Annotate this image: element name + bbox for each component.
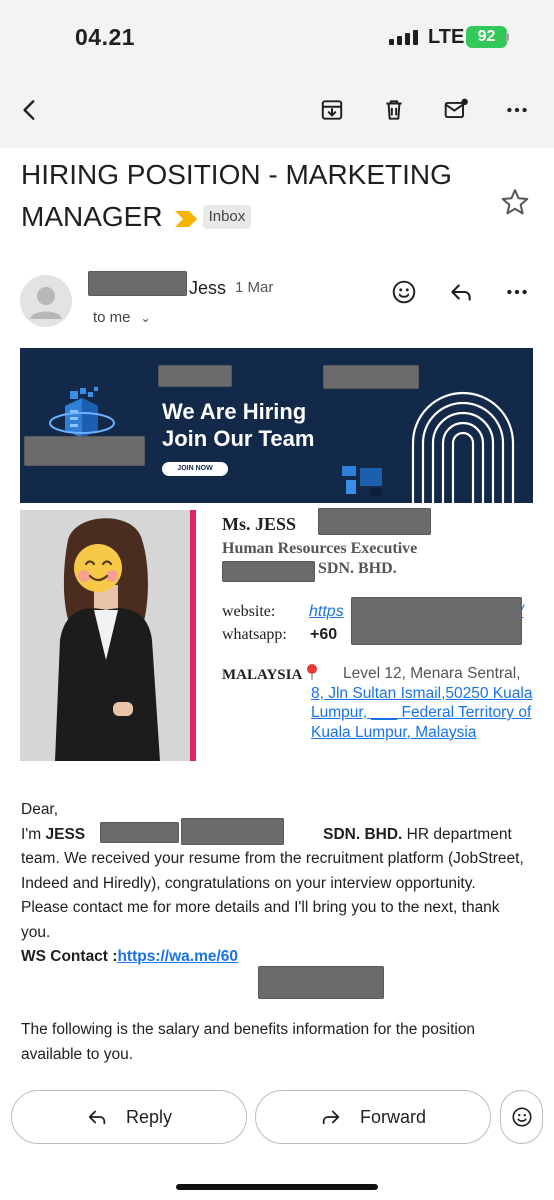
sender-name[interactable]: Jess [189,278,226,299]
reply-icon [451,284,471,301]
country-text: MALAYSIA [222,667,302,683]
add-reaction-button[interactable] [389,277,419,307]
status-time: 04.21 [75,24,136,50]
reply-icon [88,1110,106,1125]
reply-icon-button[interactable] [446,277,476,307]
recipient-label: to me [93,309,131,326]
reply-label: Reply [125,1106,173,1127]
redacted-company-name [222,561,315,582]
trash-icon [386,100,402,120]
signature-accent-bar [190,510,196,761]
more-options-button[interactable] [499,92,535,128]
mail-unread-icon [444,98,468,119]
email-date: 1 Mar [235,279,274,296]
back-button[interactable] [12,92,48,128]
forward-label: Forward [359,1106,426,1127]
signature-company-suffix: SDN. BHD. [318,560,397,577]
mark-unread-button[interactable] [438,92,474,128]
redacted-sender-name [88,271,187,296]
redacted-banner-logo-2 [323,365,419,389]
chevron-down-icon: ⌄ [140,311,151,325]
signature-address: Level 12, Menara Sentral, 8, Jln Sultan … [311,664,533,742]
website-link[interactable]: https [309,603,344,621]
label-chip-inbox[interactable]: Inbox [202,204,252,229]
salary-note: The following is the salary and benefits… [21,1021,476,1063]
redacted-body-name-1 [100,822,179,843]
smiley-icon [511,1107,532,1127]
archive-icon [321,100,343,120]
battery-icon: 92 [466,26,507,48]
archive-button[interactable] [314,92,350,128]
person-photo-illustration [20,510,196,761]
redacted-body-company [181,818,284,845]
arrow-left-icon [23,100,35,120]
important-marker-icon[interactable] [174,210,197,227]
address-plain: Level 12, Menara Sentral, [343,665,521,682]
contact-request: Please contact me for more details and I… [21,899,500,941]
signal-icon [389,29,419,45]
signature-country: MALAYSIA [222,663,319,684]
address-map-link[interactable]: 8, Jln Sultan Ismail,50250 Kuala Lumpur,… [311,685,532,741]
redacted-banner-logo-1 [158,365,232,387]
profile-photo [20,510,196,761]
forward-icon [322,1110,340,1125]
reply-button[interactable]: Reply [11,1090,247,1144]
forward-button[interactable]: Forward [255,1090,491,1144]
redacted-ws-number [258,966,384,999]
signature-name: Ms. JESS [222,514,297,534]
ws-contact-label: WS Contact : [21,948,118,965]
ws-contact-link[interactable]: https://wa.me/60 [117,948,238,965]
sender-first-name: JESS [45,825,86,843]
sender-avatar[interactable] [20,275,72,327]
more-horizontal-icon [507,107,527,113]
redacted-banner-company [24,436,145,466]
person-icon [30,287,62,319]
banner-headline: We Are Hiring Join Our Team [162,398,314,452]
home-indicator[interactable] [176,1184,378,1190]
banner-line-2: Join Our Team [162,426,315,451]
star-icon[interactable] [500,187,530,217]
join-now-badge: JOIN NOW [162,462,228,476]
emoji-reaction-button[interactable] [500,1090,543,1144]
message-more-button[interactable] [502,277,532,307]
smiley-icon [392,280,416,304]
banner-line-1: We Are Hiring [162,399,307,424]
website-label: website: [222,603,276,620]
whatsapp-number: +60 [310,626,338,643]
signature-title: Human Resources Executive [222,540,418,557]
hiring-banner-image: We Are Hiring Join Our Team JOIN NOW [20,348,533,503]
whatsapp-label: whatsapp: [222,626,287,643]
battery-tip [506,33,509,41]
redacted-surname [318,508,431,535]
delete-button[interactable] [376,92,412,128]
company-suffix: SDN. BHD. [323,825,403,843]
email-subject: HIRING POSITION - MARKETING MANAGER Inbox [21,154,491,238]
more-horizontal-icon [507,289,527,295]
recipient-details-toggle[interactable]: to me ⌄ [93,309,151,326]
redacted-contact-details [351,597,522,645]
network-type: LTE [428,26,465,48]
